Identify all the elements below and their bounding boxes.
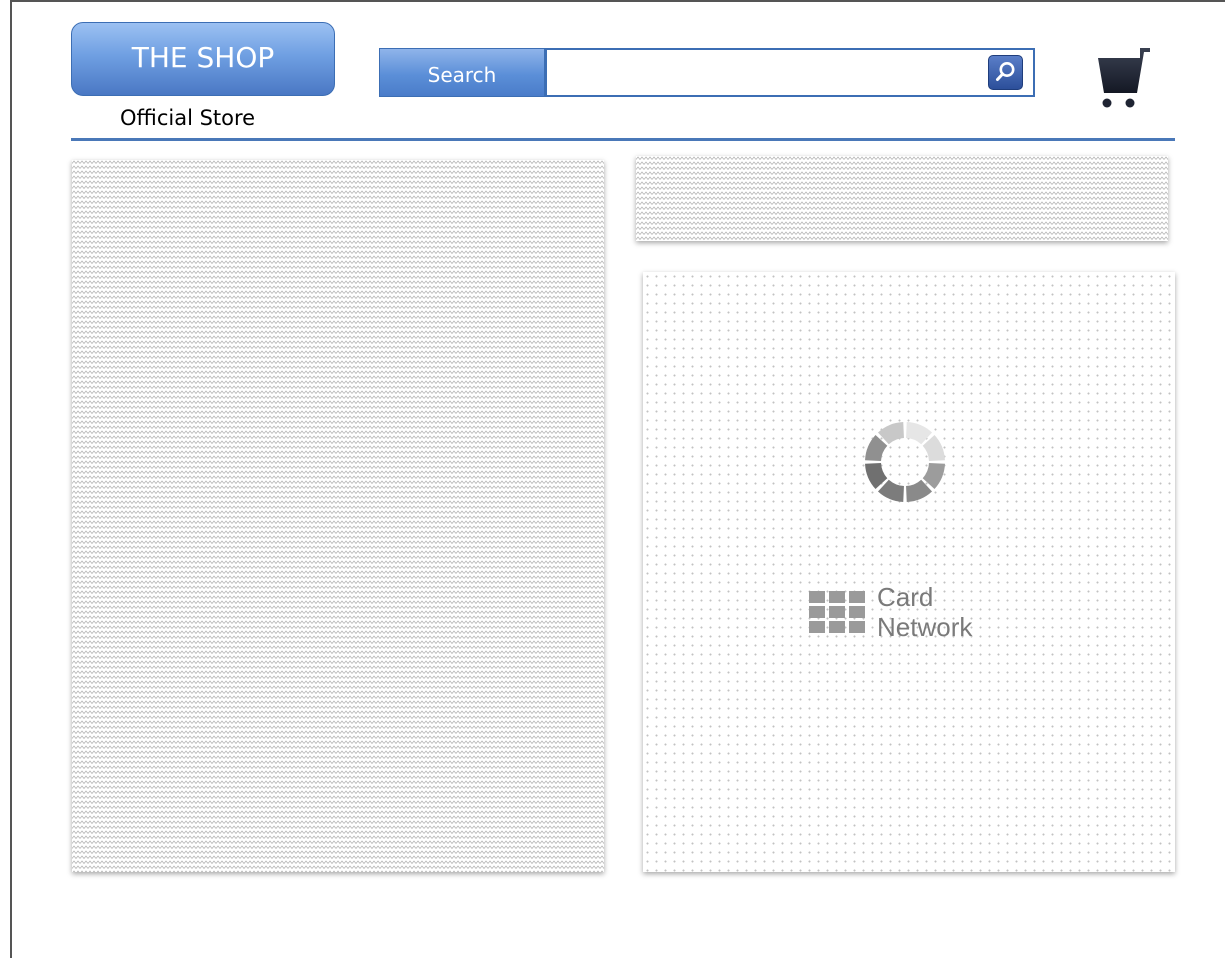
page: THE SHOP Official Store Search Card Netw… <box>0 0 1225 958</box>
header-divider <box>71 138 1175 141</box>
banner-placeholder <box>636 156 1168 241</box>
search-icon <box>996 62 1015 81</box>
search-label: Search <box>379 48 545 97</box>
card-network-grid-icon <box>809 591 865 633</box>
card-network-line2: Network <box>877 612 973 642</box>
card-network-line1: Card <box>877 582 934 612</box>
card-network-text: Card Network <box>877 582 972 642</box>
shop-home-button[interactable]: THE SHOP <box>71 22 335 96</box>
main-content-placeholder <box>72 160 604 872</box>
card-network-logo: Card Network <box>809 582 972 642</box>
card-network-panel: Card Network <box>643 272 1175 872</box>
shop-title: THE SHOP <box>131 41 275 74</box>
shopping-cart-icon[interactable] <box>1090 46 1162 110</box>
window-frame-left <box>10 0 12 958</box>
loading-spinner-icon <box>865 422 945 502</box>
shop-subtitle: Official Store <box>120 106 256 130</box>
window-frame-top <box>10 0 1225 2</box>
search-button[interactable] <box>988 55 1023 90</box>
search-input[interactable] <box>545 48 1035 97</box>
